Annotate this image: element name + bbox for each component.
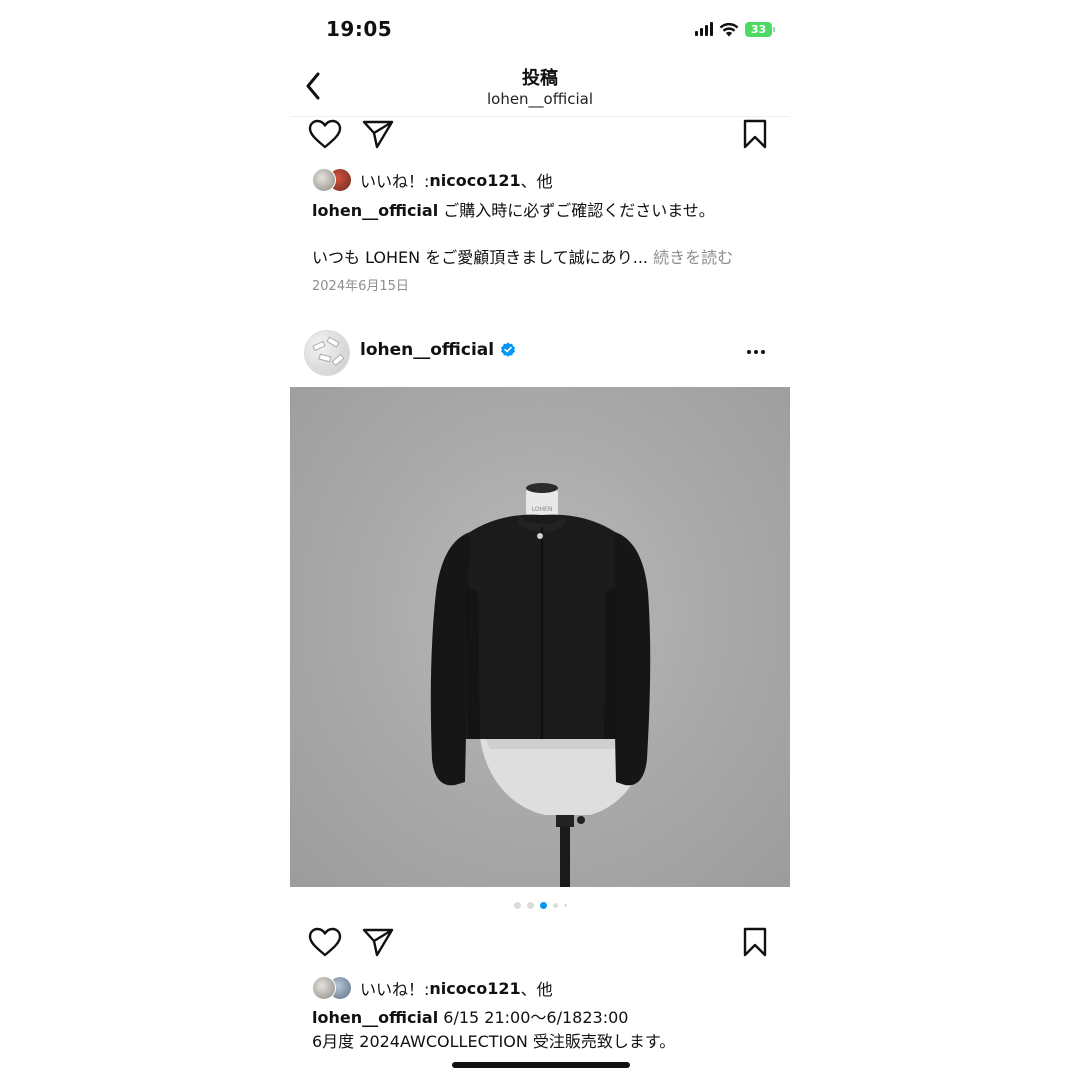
post2-like-button[interactable] [307,924,343,960]
bookmark-icon [743,119,767,149]
carousel-dot [526,902,534,909]
post1-share-button[interactable] [360,116,396,152]
avatar[interactable] [304,330,350,376]
status-time: 19:05 [326,17,393,41]
carousel-dot [552,903,558,908]
likes-suffix: 、他 [520,172,553,191]
heart-icon [308,119,342,149]
liker-avatars [312,976,354,1000]
post1-save-button[interactable] [737,116,773,152]
paper-plane-icon [362,928,394,957]
bookmark-icon [743,927,767,957]
more-horizontal-icon [747,350,751,354]
paper-plane-icon [362,120,394,149]
carousel-dot [563,904,567,907]
heart-icon [308,927,342,957]
battery-level: 33 [750,22,767,36]
post1-caption-line2: いつも LOHEN をご愛顧頂きまして誠にあり... 続きを読む [312,244,733,268]
mannequin-brand: LOHEN [532,506,553,513]
caption-username[interactable]: lohen__official [312,201,438,220]
carousel-dot [513,902,521,909]
post1-caption: lohen__official ご購入時に必ずご確認くださいませ。 [312,197,715,221]
caption-text: 6/15 21:00～6/1823:00 [438,1008,629,1027]
home-indicator[interactable] [452,1062,630,1068]
caption-username[interactable]: lohen__official [312,1008,438,1027]
carousel-indicator [290,902,790,909]
nav-header: 投稿 lohen__official [290,58,790,117]
post1-likes-row[interactable]: いいね！: nicoco121 、他 [312,168,553,192]
more-options-button[interactable] [740,338,772,366]
likes-prefix: いいね！: [360,172,430,191]
signal-icon [695,22,713,36]
post1-date: 2024年6月15日 [312,279,409,294]
verified-badge-icon [501,342,516,357]
likes-prefix: いいね！: [360,980,430,999]
jacket-photo: LOHEN [430,483,651,887]
avatar [312,976,336,1000]
post2-caption-line2: 6月度 2024AWCOLLECTION 受注販売致します。 [312,1032,676,1051]
likes-user[interactable]: nicoco121 [429,171,520,190]
more-dot [754,350,758,354]
phone-screen: 19:05 33 投稿 lohen__official いいね！: nicoco… [290,0,790,1080]
avatar [312,168,336,192]
post2-action-bar [290,924,790,960]
likes-suffix: 、他 [520,980,553,999]
post2-username-row[interactable]: lohen__official [360,340,516,360]
post-image[interactable]: LOHEN [290,387,790,887]
likes-user[interactable]: nicoco121 [429,979,520,998]
post2-share-button[interactable] [360,924,396,960]
post2-likes-row[interactable]: いいね！: nicoco121 、他 [312,976,553,1000]
post2-save-button[interactable] [737,924,773,960]
caption-text: ご購入時に必ずご確認くださいませ。 [438,201,715,220]
more-dot [761,350,765,354]
post2-username[interactable]: lohen__official [360,340,494,360]
page-title: 投稿 [522,68,558,89]
post1-like-button[interactable] [307,116,343,152]
battery-indicator: 33 [745,21,775,37]
liker-avatars [312,168,354,192]
status-icons: 33 [695,19,775,39]
read-more-link[interactable]: 続きを読む [648,248,733,267]
carousel-dot-active [539,902,547,909]
post1-action-bar [290,116,790,152]
caption-line2-text: いつも LOHEN をご愛顧頂きまして誠にあり... [312,248,648,267]
post2-caption: lohen__official 6/15 21:00～6/1823:00 [312,1004,628,1028]
post2-header: lohen__official [304,330,776,376]
page-subtitle: lohen__official [486,90,594,108]
wifi-icon [719,22,739,36]
